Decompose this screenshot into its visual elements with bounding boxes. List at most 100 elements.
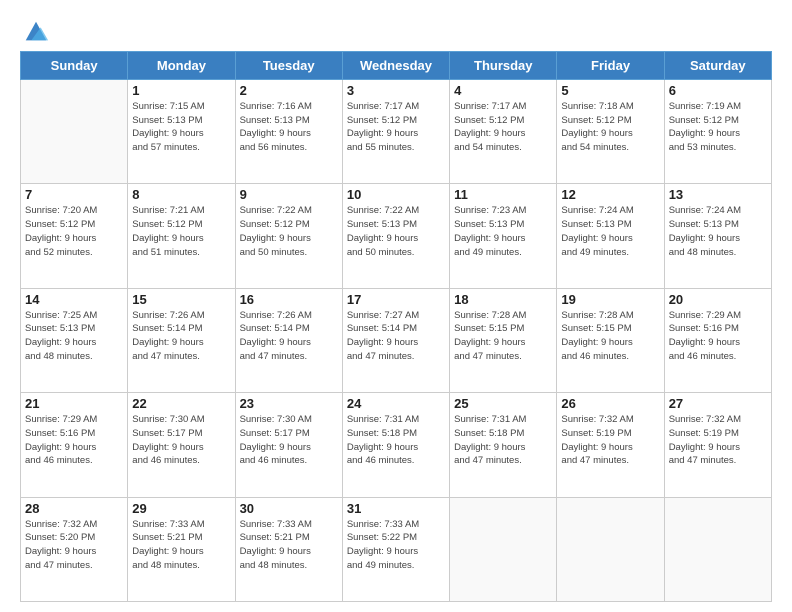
calendar-cell: 2Sunrise: 7:16 AMSunset: 5:13 PMDaylight…: [235, 79, 342, 183]
day-number: 28: [25, 501, 123, 516]
cell-info: Sunrise: 7:24 AMSunset: 5:13 PMDaylight:…: [561, 204, 659, 259]
day-number: 13: [669, 187, 767, 202]
cell-info: Sunrise: 7:26 AMSunset: 5:14 PMDaylight:…: [132, 309, 230, 364]
cell-info: Sunrise: 7:15 AMSunset: 5:13 PMDaylight:…: [132, 100, 230, 155]
calendar-cell: 27 Sunrise: 7:32 AMSunset: 5:19 PMDayligh…: [664, 393, 771, 497]
calendar-week-row: 14Sunrise: 7:25 AMSunset: 5:13 PMDayligh…: [21, 288, 772, 392]
cell-info: Sunrise: 7:32 AMSunset: 5:19 PMDaylight:…: [669, 413, 767, 468]
calendar-cell: 1 Sunrise: 7:15 AMSunset: 5:13 PMDaylight…: [128, 79, 235, 183]
day-number: 7: [25, 187, 123, 202]
calendar-cell: [21, 79, 128, 183]
calendar-cell: [664, 497, 771, 601]
day-number: 9: [240, 187, 338, 202]
weekday-header: Sunday: [21, 51, 128, 79]
cell-info: Sunrise: 7:20 AMSunset: 5:12 PMDaylight:…: [25, 204, 123, 259]
calendar-cell: 14Sunrise: 7:25 AMSunset: 5:13 PMDayligh…: [21, 288, 128, 392]
day-number: 20: [669, 292, 767, 307]
cell-info: Sunrise: 7:28 AMSunset: 5:15 PMDaylight:…: [454, 309, 552, 364]
day-number: 25: [454, 396, 552, 411]
day-number: 23: [240, 396, 338, 411]
cell-info: Sunrise: 7:31 AMSunset: 5:18 PMDaylight:…: [454, 413, 552, 468]
day-number: 11: [454, 187, 552, 202]
calendar-cell: 29 Sunrise: 7:33 AMSunset: 5:21 PMDayligh…: [128, 497, 235, 601]
cell-info: Sunrise: 7:24 AMSunset: 5:13 PMDaylight:…: [669, 204, 767, 259]
day-number: 17: [347, 292, 445, 307]
cell-info: Sunrise: 7:27 AMSunset: 5:14 PMDaylight:…: [347, 309, 445, 364]
calendar-cell: 26 Sunrise: 7:32 AMSunset: 5:19 PMDayligh…: [557, 393, 664, 497]
cell-info: Sunrise: 7:22 AMSunset: 5:13 PMDaylight:…: [347, 204, 445, 259]
weekday-header-row: SundayMondayTuesdayWednesdayThursdayFrid…: [21, 51, 772, 79]
day-number: 14: [25, 292, 123, 307]
cell-info: Sunrise: 7:22 AMSunset: 5:12 PMDaylight:…: [240, 204, 338, 259]
calendar-week-row: 28Sunrise: 7:32 AMSunset: 5:20 PMDayligh…: [21, 497, 772, 601]
weekday-header: Tuesday: [235, 51, 342, 79]
calendar-cell: 21 Sunrise: 7:29 AMSunset: 5:16 PMDayligh…: [21, 393, 128, 497]
day-number: 26: [561, 396, 659, 411]
calendar-cell: 23 Sunrise: 7:30 AMSunset: 5:17 PMDayligh…: [235, 393, 342, 497]
day-number: 19: [561, 292, 659, 307]
calendar-cell: 15 Sunrise: 7:26 AMSunset: 5:14 PMDayligh…: [128, 288, 235, 392]
cell-info: Sunrise: 7:30 AMSunset: 5:17 PMDaylight:…: [132, 413, 230, 468]
cell-info: Sunrise: 7:23 AMSunset: 5:13 PMDaylight:…: [454, 204, 552, 259]
weekday-header: Saturday: [664, 51, 771, 79]
calendar-cell: 3Sunrise: 7:17 AMSunset: 5:12 PMDaylight…: [342, 79, 449, 183]
logo: [20, 22, 50, 47]
cell-info: Sunrise: 7:26 AMSunset: 5:14 PMDaylight:…: [240, 309, 338, 364]
calendar-cell: 12 Sunrise: 7:24 AMSunset: 5:13 PMDayligh…: [557, 184, 664, 288]
calendar-cell: 16 Sunrise: 7:26 AMSunset: 5:14 PMDayligh…: [235, 288, 342, 392]
cell-info: Sunrise: 7:33 AMSunset: 5:21 PMDaylight:…: [132, 518, 230, 573]
calendar-cell: 18Sunrise: 7:28 AMSunset: 5:15 PMDayligh…: [450, 288, 557, 392]
day-number: 4: [454, 83, 552, 98]
cell-info: Sunrise: 7:33 AMSunset: 5:22 PMDaylight:…: [347, 518, 445, 573]
header: [20, 18, 772, 47]
day-number: 8: [132, 187, 230, 202]
calendar-cell: 25 Sunrise: 7:31 AMSunset: 5:18 PMDayligh…: [450, 393, 557, 497]
calendar-cell: 8Sunrise: 7:21 AMSunset: 5:12 PMDaylight…: [128, 184, 235, 288]
cell-info: Sunrise: 7:29 AMSunset: 5:16 PMDaylight:…: [25, 413, 123, 468]
calendar-cell: [450, 497, 557, 601]
calendar-cell: 31 Sunrise: 7:33 AMSunset: 5:22 PMDayligh…: [342, 497, 449, 601]
calendar-week-row: 7 Sunrise: 7:20 AMSunset: 5:12 PMDaylight…: [21, 184, 772, 288]
calendar-cell: [557, 497, 664, 601]
cell-info: Sunrise: 7:33 AMSunset: 5:21 PMDaylight:…: [240, 518, 338, 573]
logo-icon: [22, 18, 50, 46]
calendar-cell: 10 Sunrise: 7:22 AMSunset: 5:13 PMDayligh…: [342, 184, 449, 288]
calendar-cell: 19 Sunrise: 7:28 AMSunset: 5:15 PMDayligh…: [557, 288, 664, 392]
cell-info: Sunrise: 7:17 AMSunset: 5:12 PMDaylight:…: [454, 100, 552, 155]
day-number: 5: [561, 83, 659, 98]
cell-info: Sunrise: 7:19 AMSunset: 5:12 PMDaylight:…: [669, 100, 767, 155]
day-number: 2: [240, 83, 338, 98]
calendar-cell: 9 Sunrise: 7:22 AMSunset: 5:12 PMDaylight…: [235, 184, 342, 288]
day-number: 30: [240, 501, 338, 516]
weekday-header: Friday: [557, 51, 664, 79]
weekday-header: Wednesday: [342, 51, 449, 79]
day-number: 6: [669, 83, 767, 98]
cell-info: Sunrise: 7:30 AMSunset: 5:17 PMDaylight:…: [240, 413, 338, 468]
calendar-table: SundayMondayTuesdayWednesdayThursdayFrid…: [20, 51, 772, 602]
calendar-cell: 17 Sunrise: 7:27 AMSunset: 5:14 PMDayligh…: [342, 288, 449, 392]
cell-info: Sunrise: 7:17 AMSunset: 5:12 PMDaylight:…: [347, 100, 445, 155]
cell-info: Sunrise: 7:28 AMSunset: 5:15 PMDaylight:…: [561, 309, 659, 364]
calendar-week-row: 1 Sunrise: 7:15 AMSunset: 5:13 PMDaylight…: [21, 79, 772, 183]
day-number: 15: [132, 292, 230, 307]
calendar-cell: 11 Sunrise: 7:23 AMSunset: 5:13 PMDayligh…: [450, 184, 557, 288]
day-number: 10: [347, 187, 445, 202]
day-number: 31: [347, 501, 445, 516]
day-number: 22: [132, 396, 230, 411]
calendar-cell: 6 Sunrise: 7:19 AMSunset: 5:12 PMDaylight…: [664, 79, 771, 183]
day-number: 24: [347, 396, 445, 411]
day-number: 16: [240, 292, 338, 307]
calendar-cell: 22 Sunrise: 7:30 AMSunset: 5:17 PMDayligh…: [128, 393, 235, 497]
day-number: 27: [669, 396, 767, 411]
day-number: 21: [25, 396, 123, 411]
day-number: 29: [132, 501, 230, 516]
calendar-cell: 24Sunrise: 7:31 AMSunset: 5:18 PMDayligh…: [342, 393, 449, 497]
calendar-cell: 20 Sunrise: 7:29 AMSunset: 5:16 PMDayligh…: [664, 288, 771, 392]
day-number: 12: [561, 187, 659, 202]
cell-info: Sunrise: 7:29 AMSunset: 5:16 PMDaylight:…: [669, 309, 767, 364]
cell-info: Sunrise: 7:32 AMSunset: 5:19 PMDaylight:…: [561, 413, 659, 468]
day-number: 1: [132, 83, 230, 98]
weekday-header: Thursday: [450, 51, 557, 79]
cell-info: Sunrise: 7:18 AMSunset: 5:12 PMDaylight:…: [561, 100, 659, 155]
calendar-cell: 28Sunrise: 7:32 AMSunset: 5:20 PMDayligh…: [21, 497, 128, 601]
